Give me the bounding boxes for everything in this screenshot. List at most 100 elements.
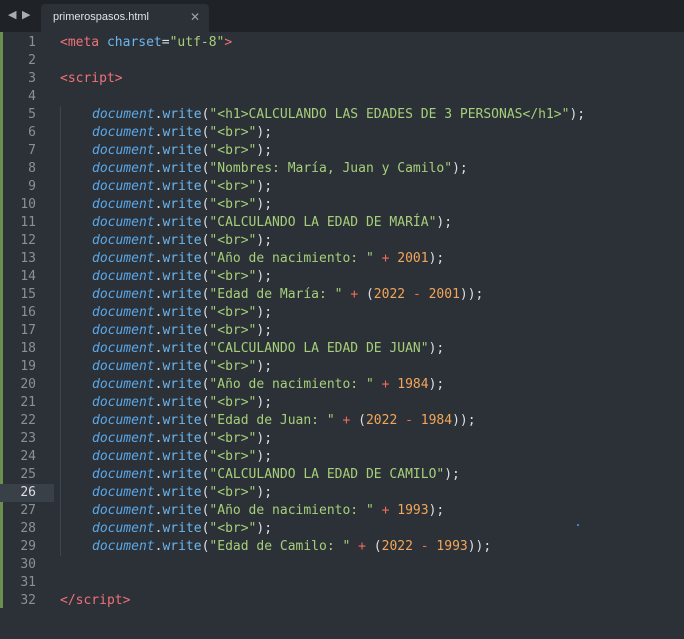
code-token: document (92, 431, 155, 446)
indent-guide (60, 196, 61, 214)
tab-title: primerospasos.html (53, 11, 149, 23)
code-token: < (60, 35, 68, 50)
code-token: "<br>" (209, 395, 257, 410)
code-token: "<h1>CALCULANDO LAS EDADES DE 3 PERSONAS… (209, 107, 570, 122)
code-token: write (162, 233, 202, 248)
code-line[interactable]: 2 (0, 52, 684, 70)
code-line[interactable]: 12 document.write("<br>"); (0, 232, 684, 250)
code-line[interactable]: 9 document.write("<br>"); (0, 178, 684, 196)
code-line[interactable]: 18 document.write("CALCULANDO LA EDAD DE … (0, 340, 684, 358)
code-token: ); (452, 161, 468, 176)
code-line[interactable]: 25 document.write("CALCULANDO LA EDAD DE … (0, 466, 684, 484)
indent-guide (60, 358, 61, 376)
nav-back-icon[interactable]: ◀ (8, 8, 16, 21)
code-line[interactable]: 7 document.write("<br>"); (0, 142, 684, 160)
indent-guide (60, 142, 61, 160)
code-editor[interactable]: 1 <meta charset="utf-8"> 2 3 <script> 4 5 docum… (0, 32, 684, 639)
code-token: document (92, 377, 155, 392)
code-token: "<br>" (209, 197, 257, 212)
code-line[interactable]: 19 document.write("<br>"); (0, 358, 684, 376)
code-token: "CALCULANDO LA EDAD DE JUAN" (209, 341, 429, 356)
code-line[interactable]: 1 <meta charset="utf-8"> (0, 34, 684, 52)
code-line[interactable]: 26 document.write("<br>"); (0, 484, 684, 502)
code-token: ); (428, 503, 445, 518)
code-line[interactable]: 17 document.write("<br>"); (0, 322, 684, 340)
nav-forward-icon[interactable]: ▶ (22, 8, 30, 21)
line-number: 29 (20, 539, 36, 554)
code-line[interactable]: 6 document.write("<br>"); (0, 124, 684, 142)
indent-guide (60, 232, 61, 250)
code-line[interactable]: 14 document.write("<br>"); (0, 268, 684, 286)
code-line[interactable]: 29 document.write("Edad de Camilo: " + (2… (0, 538, 684, 556)
code-line[interactable]: 31 (0, 574, 684, 592)
line-number: 2 (28, 53, 36, 68)
code-line[interactable]: 22 document.write("Edad de Juan: " + (202… (0, 412, 684, 430)
code-token: document (92, 125, 155, 140)
code-line[interactable]: 23 document.write("<br>"); (0, 430, 684, 448)
code-token: write (162, 413, 202, 428)
code-line[interactable]: 28 document.write("<br>"); (0, 520, 684, 538)
line-number: 20 (20, 377, 36, 392)
code-token: document (92, 161, 155, 176)
code-token: "<br>" (209, 449, 257, 464)
code-text: document.write("<br>"); (92, 124, 272, 142)
code-token: write (162, 107, 202, 122)
code-token: ); (256, 125, 273, 140)
code-token: write (162, 161, 202, 176)
code-token: write (162, 125, 202, 140)
code-text: document.write("<br>"); (92, 394, 272, 412)
code-token: "CALCULANDO LA EDAD DE CAMILO" (209, 467, 445, 482)
code-line[interactable]: 20 document.write("Año de nacimiento: " +… (0, 376, 684, 394)
code-token: ); (256, 305, 273, 320)
code-text: document.write("<br>"); (92, 268, 272, 286)
code-token: + (358, 539, 366, 554)
code-token: < (60, 71, 68, 86)
code-line[interactable]: 27 document.write("Año de nacimiento: " +… (0, 502, 684, 520)
code-token: write (162, 467, 202, 482)
code-line[interactable]: 30 (0, 556, 684, 574)
code-token: > (224, 35, 233, 50)
code-token: ); (256, 521, 273, 536)
code-token: 2022 (381, 539, 413, 554)
indent-guide (60, 124, 61, 142)
code-text: document.write("<br>"); (92, 358, 272, 376)
indent-guide (60, 412, 61, 430)
code-line[interactable]: 5 document.write("<h1>CALCULANDO LAS EDAD… (0, 106, 684, 124)
code-text: document.write("Año de nacimiento: " + 1… (92, 502, 444, 520)
code-line[interactable]: 11 document.write("CALCULANDO LA EDAD DE … (0, 214, 684, 232)
code-line[interactable]: 24 document.write("<br>"); (0, 448, 684, 466)
line-number: 30 (20, 557, 36, 572)
line-number: 24 (20, 449, 36, 464)
code-token: > (122, 593, 131, 608)
close-icon[interactable]: ✕ (190, 10, 200, 24)
line-number: 25 (20, 467, 36, 482)
indent-guide (60, 340, 61, 358)
code-line[interactable]: 8 document.write("Nombres: María, Juan y … (0, 160, 684, 178)
code-line[interactable]: 13 document.write("Año de nacimiento: " +… (0, 250, 684, 268)
code-token: - (405, 413, 413, 428)
code-token: document (92, 143, 155, 158)
tab-primerospasos[interactable]: primerospasos.html ✕ (41, 4, 209, 32)
code-text: document.write("CALCULANDO LA EDAD DE MA… (92, 214, 452, 232)
code-line[interactable]: 15 document.write("Edad de María: " + (20… (0, 286, 684, 304)
code-token: write (162, 449, 202, 464)
code-line[interactable]: 32 </script> (0, 592, 684, 610)
code-token: - (412, 287, 421, 302)
code-line[interactable]: 16 document.write("<br>"); (0, 304, 684, 322)
code-token: </ (60, 593, 76, 608)
code-line[interactable]: 21 document.write("<br>"); (0, 394, 684, 412)
code-token: script (67, 71, 115, 86)
line-number: 1 (28, 35, 36, 50)
code-line[interactable]: 4 (0, 88, 684, 106)
code-token: "Nombres: María, Juan y Camilo" (209, 161, 453, 176)
code-token: + (350, 287, 359, 302)
code-line[interactable]: 3 <script> (0, 70, 684, 88)
code-line[interactable]: 10 document.write("<br>"); (0, 196, 684, 214)
code-token: 1984 (420, 413, 453, 428)
code-token: "<br>" (209, 143, 257, 158)
indent-guide (60, 178, 61, 196)
code-token: 2022 (373, 287, 406, 302)
line-number: 11 (20, 215, 36, 230)
